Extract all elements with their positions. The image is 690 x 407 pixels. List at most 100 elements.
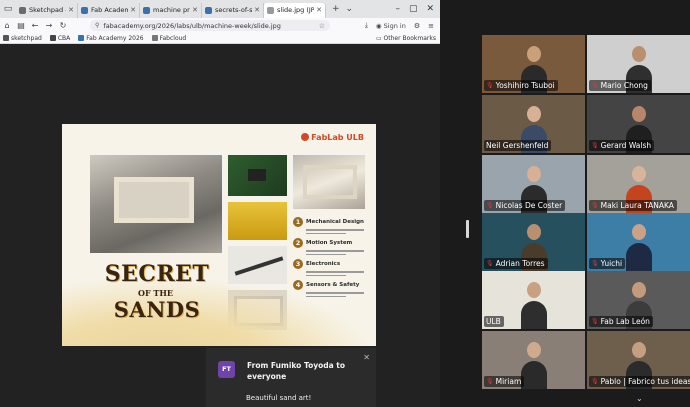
- menu-icon[interactable]: ≡: [428, 22, 434, 30]
- step-number: 1: [293, 217, 303, 227]
- participant-tile[interactable]: 🎙︎ Adrian Torres: [482, 213, 585, 271]
- participant-body: [520, 301, 547, 329]
- new-tab-button[interactable]: +: [332, 4, 340, 14]
- participant-name: Yoshihiro Tsuboi: [495, 81, 555, 90]
- sign-in-button[interactable]: ◉ Sign in: [376, 22, 406, 30]
- participant-name: Miriam: [495, 377, 522, 386]
- participant-tile[interactable]: ULB: [482, 271, 585, 329]
- step-label: Electronics: [306, 261, 341, 267]
- browser-tab[interactable]: secrets-of-sand✕: [202, 2, 264, 18]
- tab-close-icon[interactable]: ✕: [68, 6, 74, 14]
- step-label: Motion System: [306, 240, 353, 246]
- tab-bar: ▭ Sketchpad - Dra✕Fab Academy 20✕machine…: [0, 0, 440, 18]
- tab-close-icon[interactable]: ✕: [316, 6, 322, 14]
- participant-name: Fab Lab León: [600, 317, 650, 326]
- steps-list: 1 Mechanical Design 2 Motion System 3 Electro…: [293, 217, 371, 301]
- close-window-icon[interactable]: ✕: [426, 4, 434, 14]
- participant-label: 🎙︎ Yoshihiro Tsuboi: [484, 80, 558, 91]
- browser-tab[interactable]: machine projec✕: [140, 2, 202, 18]
- participant-tile[interactable]: 🎙︎ Nicolas De Coster: [482, 155, 585, 213]
- bookmark-star-icon[interactable]: ☆: [319, 22, 325, 30]
- participant-tile[interactable]: 🎙︎ Yuichi: [587, 213, 690, 271]
- bookmark-item[interactable]: CBA: [49, 35, 70, 42]
- chat-sender: From Fumiko Toyoda to everyone: [247, 361, 346, 381]
- participant-face: [631, 46, 646, 62]
- muted-mic-icon: 🎙︎: [591, 317, 599, 325]
- reload-icon[interactable]: ↻: [56, 21, 70, 30]
- participant-tile[interactable]: 🎙︎ Maki Laura TANAKA: [587, 155, 690, 213]
- title-line-1: SECRET: [104, 261, 210, 287]
- participant-face: [526, 342, 541, 358]
- participant-label: 🎙︎ Fab Lab León: [589, 316, 653, 327]
- chat-notification[interactable]: FT From Fumiko Toyoda to everyone ✕ Beau…: [206, 348, 376, 407]
- tab-close-icon[interactable]: ✕: [254, 6, 260, 14]
- tray-photo: [292, 154, 366, 210]
- step-number: 3: [293, 259, 303, 269]
- address-bar[interactable]: ⚲ fabacademy.org/2026/labs/ulb/machine-w…: [90, 20, 330, 31]
- participant-face: [526, 106, 541, 122]
- pcb-photo: [227, 154, 288, 197]
- bookmark-label: Fab Academy 2026: [86, 34, 144, 42]
- participant-name: ULB: [486, 317, 501, 326]
- forward-icon[interactable]: →: [42, 21, 56, 30]
- muted-mic-icon: 🎙︎: [591, 81, 599, 89]
- tab-close-icon[interactable]: ✕: [192, 6, 198, 14]
- site-info-icon[interactable]: ⚲: [95, 22, 99, 29]
- muted-mic-icon: 🎙︎: [591, 141, 599, 149]
- bookmark-item[interactable]: Fabcloud: [151, 35, 186, 42]
- tab-favicon-icon: [143, 6, 150, 14]
- participant-name: Maki Laura TANAKA: [600, 201, 674, 210]
- participant-tile[interactable]: 🎙︎ Miriam: [482, 331, 585, 389]
- motor-parts-photo: [227, 201, 288, 241]
- participant-face: [631, 282, 646, 298]
- participant-name: Gerard Walsh: [600, 141, 652, 150]
- tab-list-icon[interactable]: ⌄: [346, 4, 354, 14]
- participant-name: Yuichi: [600, 259, 623, 268]
- browser-tab[interactable]: Sketchpad - Dra✕: [16, 2, 78, 18]
- sidebar-icon[interactable]: ⌂: [0, 21, 14, 30]
- tabs-icon[interactable]: ▤: [14, 21, 28, 30]
- url-text: fabacademy.org/2026/labs/ulb/machine-wee…: [103, 21, 281, 30]
- tab-label: machine projec: [153, 6, 190, 14]
- sand-table-photo: [89, 154, 223, 254]
- participant-name: Mario Chong: [600, 81, 648, 90]
- participant-label: 🎙︎ Maki Laura TANAKA: [589, 200, 677, 211]
- extensions-icon[interactable]: ⚙: [414, 22, 420, 30]
- participant-tile[interactable]: 🎙︎ Fab Lab León: [587, 271, 690, 329]
- participant-name: Adrian Torres: [495, 259, 545, 268]
- tab-close-icon[interactable]: ✕: [130, 6, 136, 14]
- maximize-icon[interactable]: ▢: [409, 4, 418, 14]
- participant-label: Neil Gershenfeld: [484, 140, 552, 151]
- participant-tile[interactable]: 🎙︎ Yoshihiro Tsuboi: [482, 35, 585, 93]
- gallery-scroll-down-icon[interactable]: ⌄: [636, 394, 643, 403]
- close-notification-icon[interactable]: ✕: [363, 353, 370, 362]
- muted-mic-icon: 🎙︎: [486, 201, 494, 209]
- downloads-icon[interactable]: ⤓: [365, 21, 368, 30]
- screen: ▭ Sketchpad - Dra✕Fab Academy 20✕machine…: [0, 0, 690, 407]
- bookmark-item[interactable]: sketchpad: [3, 35, 42, 42]
- video-gallery: 🎙︎ Yoshihiro Tsuboi 🎙︎ Mario Chong Neil Ge…: [482, 35, 690, 392]
- participant-tile[interactable]: 🎙︎ Gerard Walsh: [587, 95, 690, 153]
- tab-label: secrets-of-sand: [215, 6, 252, 14]
- window-menu-icon[interactable]: ▭: [0, 0, 16, 18]
- step-text-line: [306, 295, 346, 297]
- muted-mic-icon: 🎙︎: [591, 201, 599, 209]
- participant-face: [526, 224, 541, 240]
- minimize-icon[interactable]: –: [395, 4, 400, 14]
- step-label: Mechanical Design: [306, 219, 364, 225]
- browser-tab[interactable]: slide.jpg (JPEG✕: [264, 2, 326, 18]
- participant-face: [526, 46, 541, 62]
- muted-mic-icon: 🎙︎: [486, 259, 494, 267]
- participant-tile[interactable]: Neil Gershenfeld: [482, 95, 585, 153]
- panel-resize-handle[interactable]: [466, 220, 469, 238]
- browser-tab[interactable]: Fab Academy 20✕: [78, 2, 140, 18]
- participant-tile[interactable]: 🎙︎ Pablo | Fabrico tus ideas: [587, 331, 690, 389]
- other-bookmarks[interactable]: ▭ Other Bookmarks: [376, 35, 440, 42]
- back-icon[interactable]: ←: [28, 21, 42, 30]
- step-text-line: [306, 274, 346, 276]
- step-text-line: [306, 250, 364, 252]
- participant-label: 🎙︎ Mario Chong: [589, 80, 651, 91]
- step-item: 3 Electronics: [293, 259, 371, 276]
- participant-tile[interactable]: 🎙︎ Mario Chong: [587, 35, 690, 93]
- bookmark-item[interactable]: Fab Academy 2026: [78, 34, 144, 42]
